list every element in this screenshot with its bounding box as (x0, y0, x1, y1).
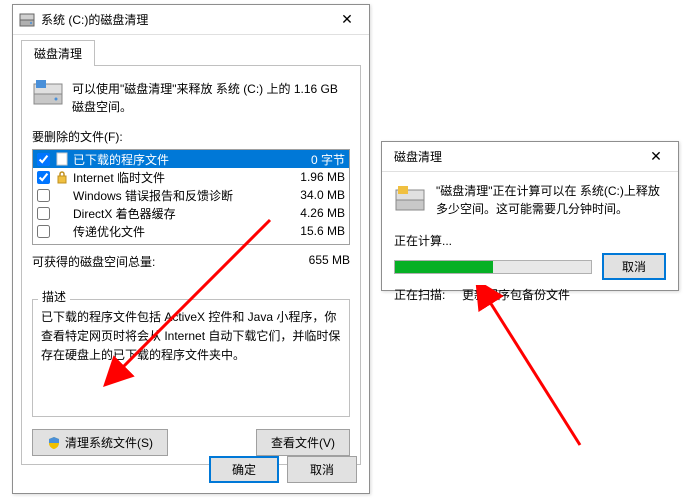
cleanup-icon (394, 182, 426, 214)
file-icon (54, 223, 70, 239)
file-size: 34.0 MB (285, 188, 345, 202)
scanning-row: 正在扫描: 更新程序包备份文件 (394, 286, 666, 303)
drive-icon (19, 12, 35, 28)
files-to-delete-label: 要删除的文件(F): (32, 128, 350, 145)
view-files-button[interactable]: 查看文件(V) (256, 429, 350, 456)
total-label: 可获得的磁盘空间总量: (32, 253, 155, 270)
close-button[interactable]: ✕ (634, 143, 678, 171)
file-list[interactable]: 已下载的程序文件 0 字节 Internet 临时文件 1.96 MB Wind… (32, 149, 350, 245)
file-name: 已下载的程序文件 (73, 151, 285, 168)
file-row[interactable]: DirectX 着色器缓存 4.26 MB (33, 204, 349, 222)
progress-bar (394, 260, 592, 274)
ok-button[interactable]: 确定 (209, 456, 279, 483)
file-checkbox[interactable] (37, 189, 50, 202)
progress-dialog: 磁盘清理 ✕ "磁盘清理"正在计算可以在 系统(C:)上释放多少空间。这可能需要… (381, 141, 679, 291)
cancel-button[interactable]: 取消 (602, 253, 666, 280)
tab-strip: 磁盘清理 (13, 35, 369, 65)
cleanup-icon (32, 76, 64, 108)
lock-icon (54, 169, 70, 185)
file-checkbox[interactable] (37, 225, 50, 238)
file-size: 4.26 MB (285, 206, 345, 220)
window-title: 磁盘清理 (388, 148, 634, 165)
close-button[interactable]: ✕ (325, 6, 369, 34)
description-text: 已下载的程序文件包括 ActiveX 控件和 Java 小程序，你查看特定网页时… (41, 308, 341, 366)
tab-disk-cleanup[interactable]: 磁盘清理 (21, 40, 95, 66)
file-name: Windows 错误报告和反馈诊断 (73, 187, 285, 204)
file-checkbox[interactable] (37, 153, 50, 166)
window-title: 系统 (C:)的磁盘清理 (41, 11, 325, 28)
progress-info-text: "磁盘清理"正在计算可以在 系统(C:)上释放多少空间。这可能需要几分钟时间。 (436, 182, 666, 218)
file-name: DirectX 着色器缓存 (73, 205, 285, 222)
file-row[interactable]: Internet 临时文件 1.96 MB (33, 168, 349, 186)
file-checkbox[interactable] (37, 171, 50, 184)
file-icon (54, 205, 70, 221)
file-checkbox[interactable] (37, 207, 50, 220)
total-value: 655 MB (309, 253, 350, 270)
cancel-button[interactable]: 取消 (287, 456, 357, 483)
file-size: 0 字节 (285, 151, 345, 168)
file-size: 15.6 MB (285, 224, 345, 238)
file-name: 传递优化文件 (73, 223, 285, 240)
titlebar: 系统 (C:)的磁盘清理 ✕ (13, 5, 369, 35)
calculating-label: 正在计算... (394, 232, 666, 249)
info-text: 可以使用"磁盘清理"来释放 系统 (C:) 上的 1.16 GB 磁盘空间。 (72, 76, 350, 116)
file-icon (54, 187, 70, 203)
clean-system-files-button[interactable]: 清理系统文件(S) (32, 429, 168, 456)
scanning-value: 更新程序包备份文件 (462, 288, 570, 302)
disk-cleanup-dialog: 系统 (C:)的磁盘清理 ✕ 磁盘清理 可以使用"磁盘清理"来释放 系统 (C:… (12, 4, 370, 494)
scanning-label: 正在扫描: (394, 288, 445, 302)
file-row[interactable]: Windows 错误报告和反馈诊断 34.0 MB (33, 186, 349, 204)
tab-content: 可以使用"磁盘清理"来释放 系统 (C:) 上的 1.16 GB 磁盘空间。 要… (21, 65, 361, 465)
file-row[interactable]: 已下载的程序文件 0 字节 (33, 150, 349, 168)
titlebar: 磁盘清理 ✕ (382, 142, 678, 172)
description-label: 描述 (38, 288, 70, 305)
file-row[interactable]: 传递优化文件 15.6 MB (33, 222, 349, 240)
file-icon (54, 151, 70, 167)
progress-fill (395, 261, 493, 273)
file-name: Internet 临时文件 (73, 169, 285, 186)
shield-icon (47, 436, 61, 450)
description-box: 已下载的程序文件包括 ActiveX 控件和 Java 小程序，你查看特定网页时… (32, 299, 350, 417)
file-size: 1.96 MB (285, 170, 345, 184)
